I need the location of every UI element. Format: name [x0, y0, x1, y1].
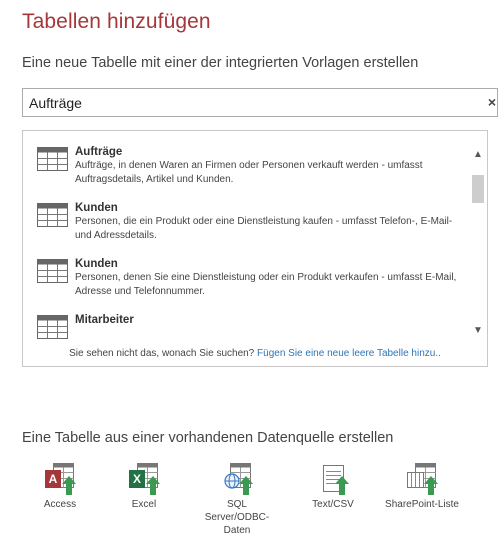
source-label: Text/CSV — [312, 499, 354, 510]
source-label: Access — [43, 499, 77, 510]
table-icon — [37, 259, 68, 283]
dialog-title: Tabellen hinzufügen — [22, 10, 211, 33]
access-icon: A — [45, 463, 76, 495]
template-section-subtitle: Eine neue Tabelle mit einer der integrie… — [22, 55, 419, 71]
scrollbar-thumb[interactable] — [472, 175, 484, 203]
svg-text:X: X — [133, 472, 141, 486]
source-text-csv-button[interactable]: Text/CSV — [295, 462, 371, 511]
template-item-description: Personen, die ein Produkt oder eine Dien… — [75, 216, 453, 241]
not-found-text: Sie sehen nicht das, wonach Sie suchen? — [69, 348, 255, 359]
add-empty-table-link[interactable]: Fügen Sie eine neue leere Tabelle hinzu.… — [257, 348, 441, 359]
source-label: SharePoint-Liste — [385, 499, 459, 510]
source-excel-button[interactable]: X Excel — [106, 462, 182, 511]
template-search-box[interactable]: × — [22, 88, 498, 117]
svg-text:A: A — [49, 472, 58, 486]
text-csv-icon — [323, 465, 349, 495]
template-item-description: Personen, denen Sie eine Dienstleistung … — [75, 272, 457, 297]
template-search-input[interactable] — [29, 93, 469, 113]
source-access-button[interactable]: A Access — [22, 462, 98, 511]
template-item-name: Kunden — [75, 202, 118, 214]
excel-icon: X — [129, 463, 160, 495]
scroll-up-arrow-icon[interactable]: ▲ — [469, 147, 487, 163]
template-item-kunden-2[interactable]: Kunden Personen, denen Sie eine Dienstle… — [23, 251, 469, 307]
source-label: Excel — [131, 499, 157, 510]
results-footer: Sie sehen nicht das, wonach Sie suchen? … — [23, 343, 487, 365]
table-icon — [37, 203, 68, 227]
sharepoint-list-icon — [407, 463, 438, 495]
template-item-auftraege[interactable]: Aufträge Aufträge, in denen Waren an Fir… — [23, 139, 469, 195]
data-source-list: A Access X Excel SQL Server/ODBC-Daten T… — [22, 462, 492, 557]
source-sharepoint-list-button[interactable]: SharePoint-Liste — [384, 462, 460, 511]
results-scrollbar[interactable]: ▲ ▼ — [469, 131, 487, 343]
template-item-name: Kunden — [75, 258, 118, 270]
template-item-name: Aufträge — [75, 146, 123, 158]
data-source-section-title: Eine Tabelle aus einer vorhandenen Daten… — [22, 430, 394, 446]
table-icon — [37, 315, 68, 339]
template-item-description: Aufträge, in denen Waren an Firmen oder … — [75, 160, 423, 185]
template-item-name: Mitarbeiter — [75, 314, 134, 326]
clear-search-icon[interactable]: × — [485, 93, 499, 111]
sql-server-icon — [224, 463, 253, 495]
scroll-down-arrow-icon[interactable]: ▼ — [469, 323, 487, 339]
template-item-kunden-1[interactable]: Kunden Personen, die ein Produkt oder ei… — [23, 195, 469, 251]
template-results-panel: Aufträge Aufträge, in denen Waren an Fir… — [22, 130, 488, 367]
template-item-mitarbeiter[interactable]: Mitarbeiter — [23, 307, 469, 339]
table-icon — [37, 147, 68, 171]
template-results-list[interactable]: Aufträge Aufträge, in denen Waren an Fir… — [23, 139, 469, 339]
source-sql-server-button[interactable]: SQL Server/ODBC-Daten — [199, 462, 275, 537]
source-label: SQL Server/ODBC-Daten — [204, 499, 270, 536]
